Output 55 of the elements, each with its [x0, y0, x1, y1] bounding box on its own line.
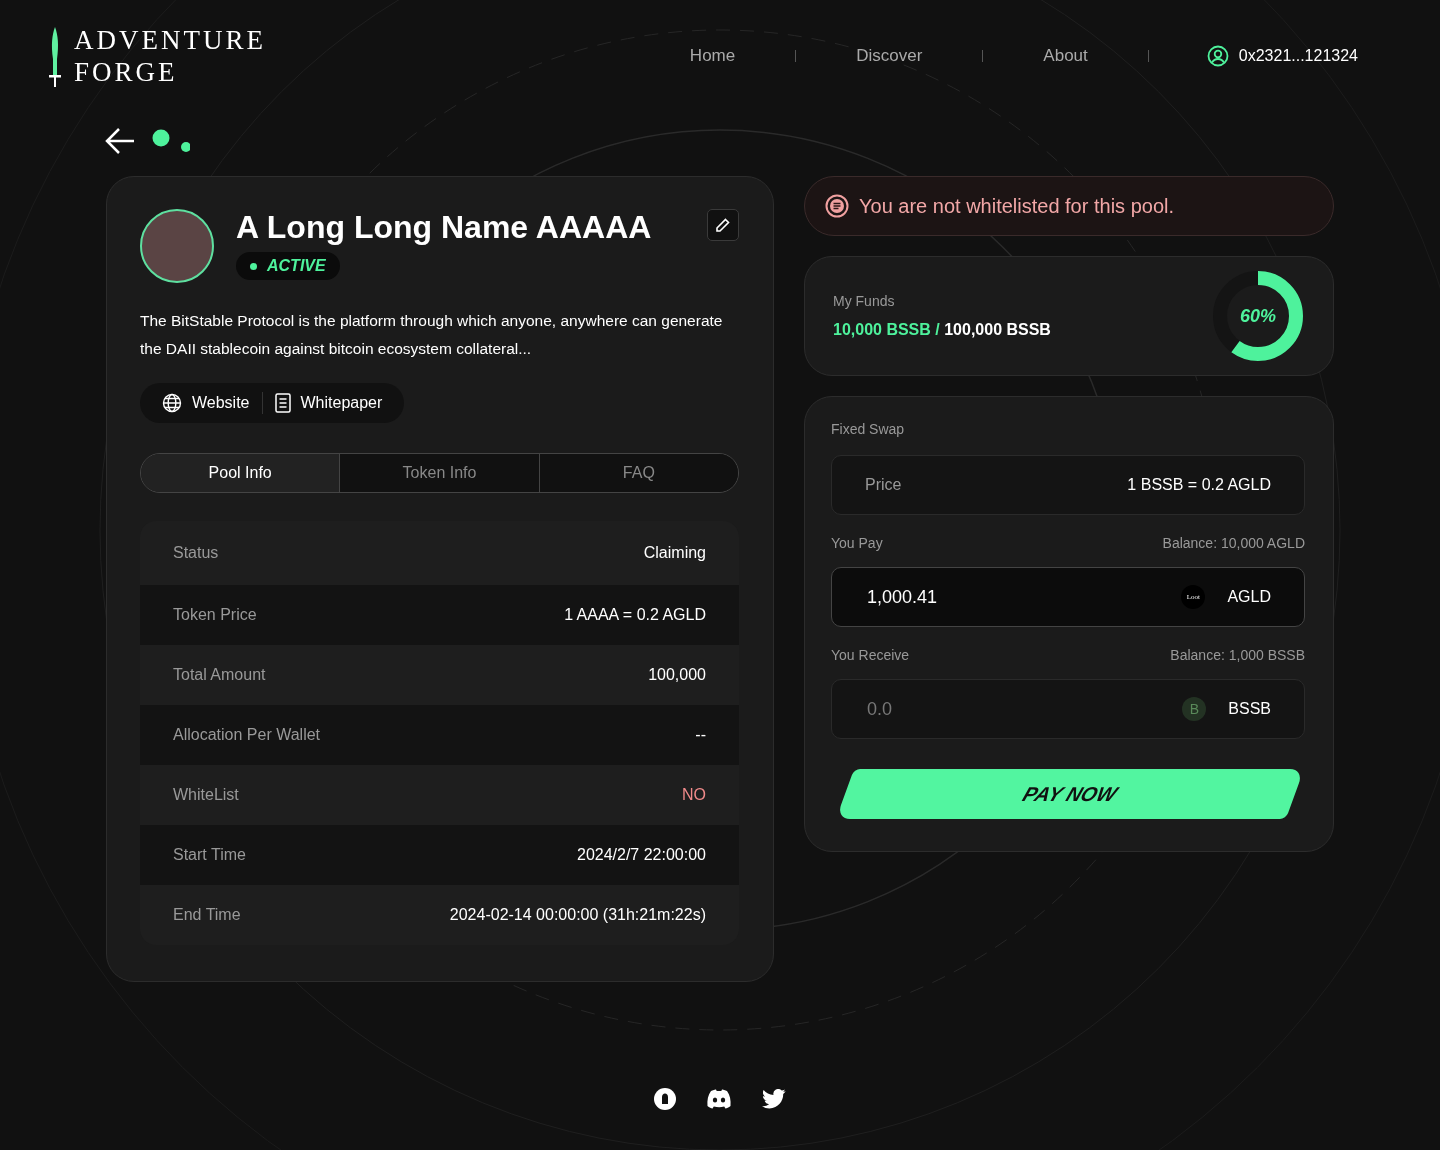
bird-icon[interactable]	[762, 1089, 786, 1109]
edit-button[interactable]	[707, 209, 739, 241]
resource-link[interactable]: Whitepaper	[274, 393, 383, 413]
status-badge: ACTIVE	[236, 252, 340, 280]
info-value: NO	[682, 786, 706, 804]
info-label: Total Amount	[173, 666, 266, 684]
document-icon	[274, 393, 291, 413]
pencil-icon	[715, 217, 731, 233]
info-value: 2024/2/7 22:00:00	[577, 846, 706, 864]
token-logo: B	[1182, 697, 1207, 721]
list-circle-icon	[825, 194, 849, 218]
info-label: Start Time	[173, 846, 246, 864]
token-name: AGLD	[1227, 588, 1271, 606]
swap-title: Fixed Swap	[831, 421, 906, 437]
resource-link[interactable]: Website	[162, 393, 250, 413]
tab[interactable]: Pool Info	[141, 454, 340, 492]
info-value: 100,000	[648, 666, 706, 684]
field-label: You Pay	[831, 535, 883, 551]
receive-amount-input[interactable]: 0.0	[865, 697, 1171, 721]
brand-name: FORGE	[74, 56, 179, 88]
info-label: Token Price	[173, 606, 257, 624]
funds-label: My Funds	[833, 293, 896, 309]
funds-amount: 10,000 BSSB /	[833, 321, 940, 338]
balance-text: Balance: 10,000 AGLD	[1162, 535, 1305, 551]
nav-link[interactable]: About	[983, 46, 1148, 66]
nav-link[interactable]: Home	[629, 46, 796, 66]
brand-name: ADVENTURE	[74, 24, 266, 56]
info-label: Allocation Per Wallet	[173, 726, 321, 744]
token-name: BSSB	[1228, 700, 1271, 718]
nav-link[interactable]: Discover	[796, 46, 983, 66]
balance-text: Balance: 1,000 BSSB	[1170, 647, 1305, 663]
tab[interactable]: FAQ	[538, 454, 738, 492]
info-value: --	[695, 726, 706, 744]
progress-percent: 60%	[1240, 307, 1276, 325]
pool-description: The BitStable Protocol is the platform through which anyone, anywhere can generate the DAII stablecoin against bitcoin ecosystem collateral...	[140, 311, 724, 359]
wallet-address[interactable]: 0x2321...121324	[1238, 47, 1358, 65]
price-display: Price 1 BSSB = 0.2 AGLD	[831, 455, 1305, 515]
warning-text: You are not whitelisted for this pool.	[859, 194, 1174, 218]
funds-total: 100,000 BSSB	[944, 321, 1051, 338]
tab[interactable]: Token Info	[339, 454, 539, 492]
sailboat-icon[interactable]	[654, 1088, 676, 1110]
info-label: WhiteList	[173, 786, 239, 804]
back-arrow-icon[interactable]	[104, 126, 136, 156]
pay-amount-input[interactable]: 1,000.41	[865, 585, 1170, 609]
info-value: 2024-02-14 00:00:00 (31h:21m:22s)	[449, 906, 706, 924]
globe-icon	[162, 393, 182, 413]
info-value: Claiming	[643, 544, 706, 562]
info-value: 1 AAAA = 0.2 AGLD	[564, 606, 706, 624]
field-label: You Receive	[831, 647, 910, 663]
user-icon	[1206, 45, 1229, 67]
info-label: Status	[173, 544, 219, 562]
discord-icon[interactable]	[706, 1089, 732, 1109]
pool-name: A Long Long Name AAAAA	[236, 209, 653, 246]
info-label: End Time	[173, 906, 241, 924]
dots-icon	[152, 129, 190, 153]
